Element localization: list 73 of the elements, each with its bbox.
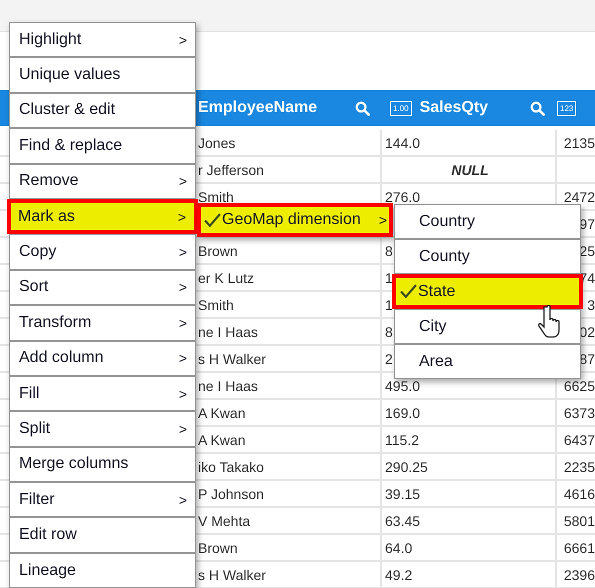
table-cell: 8 — [385, 242, 393, 258]
menu-item[interactable]: County — [394, 239, 581, 274]
type-badge: 1.00 — [390, 100, 412, 116]
table-cell: 63.45 — [385, 512, 420, 528]
table-cell: s H Walker — [198, 566, 266, 582]
table-cell: Smith — [198, 188, 234, 204]
table-cell: 5801 — [564, 512, 595, 528]
table-cell: 1 — [385, 270, 393, 286]
table-cell: 115.2 — [385, 432, 419, 448]
menu-item[interactable]: Find & replace — [9, 128, 196, 164]
menu-item[interactable]: Add column > — [9, 340, 196, 376]
search-icon[interactable] — [530, 100, 545, 116]
table-cell: 144.0 — [385, 134, 420, 150]
menu-item[interactable]: Fill > — [9, 376, 196, 412]
menu-item[interactable]: Area — [394, 344, 581, 379]
table-cell: 6373 — [564, 404, 595, 420]
table-cell: s H Walker — [198, 350, 266, 366]
table-cell: ne I Haas — [198, 324, 258, 340]
table-cell: 8 — [385, 324, 393, 340]
column-header[interactable]: SalesQty — [420, 99, 488, 117]
menu-item[interactable]: Merge columns — [9, 446, 196, 482]
table-cell: 2396 — [564, 566, 595, 582]
table-cell: 2135 — [564, 134, 595, 150]
table-cell: Jones — [198, 134, 236, 150]
menu-item[interactable]: Lineage — [9, 552, 196, 588]
table-cell: Smith — [198, 296, 234, 312]
menu-item[interactable]: Unique values — [9, 57, 196, 93]
table-cell: 495.0 — [385, 378, 420, 394]
table-cell: 3 — [587, 296, 595, 312]
menu-item[interactable]: Highlight > — [9, 22, 196, 58]
menu-item[interactable]: Country — [394, 204, 581, 239]
table-cell: 169.0 — [385, 404, 420, 420]
table-cell: 6437 — [564, 432, 595, 448]
table-cell: r Jefferson — [198, 162, 264, 178]
menu-item[interactable]: Filter > — [9, 482, 196, 518]
check-icon — [400, 284, 417, 299]
type-badge: 123 — [557, 100, 576, 116]
table-cell: 2235 — [564, 458, 595, 474]
table-cell: A Kwan — [198, 432, 246, 448]
table-cell: NULL — [451, 162, 489, 178]
menu-item[interactable]: Remove > — [9, 164, 196, 199]
table-cell: 49.2 — [385, 566, 412, 582]
menu-item[interactable]: Cluster & edit — [9, 92, 196, 128]
menu-item[interactable]: Copy > — [9, 234, 196, 270]
menu-item[interactable]: GeoMap dimension > — [197, 203, 393, 237]
column-header[interactable]: EmployeeName — [198, 99, 318, 117]
menu-item[interactable]: Split > — [9, 411, 196, 447]
table-cell: 276.0 — [385, 188, 420, 204]
table-cell: iko Takako — [198, 458, 264, 474]
menu-item[interactable]: Sort > — [9, 270, 196, 306]
table-cell: ne I Haas — [198, 378, 258, 394]
table-cell: 39.15 — [385, 486, 420, 502]
table-cell: Brown — [198, 540, 238, 556]
table-cell: A Kwan — [198, 404, 246, 420]
menu-item[interactable]: State — [392, 274, 583, 309]
table-cell: 6625 — [564, 378, 595, 394]
table-cell: Brown — [198, 242, 238, 258]
menu-item[interactable]: Mark as > — [7, 198, 198, 234]
table-cell: 4616 — [564, 486, 595, 502]
search-icon[interactable] — [355, 100, 370, 116]
table-cell: er K Lutz — [198, 270, 254, 286]
table-cell: 2 — [385, 350, 393, 366]
check-icon — [204, 212, 221, 228]
table-cell: 25 — [579, 242, 595, 258]
table-cell: V Mehta — [198, 512, 250, 528]
menu-item[interactable]: Transform > — [9, 305, 196, 341]
menu-item[interactable]: Edit row — [9, 517, 196, 553]
table-cell: 290.25 — [385, 458, 428, 474]
table-cell: 6661 — [564, 540, 595, 556]
table-cell: 64.0 — [385, 540, 412, 556]
table-cell: 2472 — [564, 188, 595, 204]
menu-item[interactable]: City — [394, 309, 581, 344]
table-cell: P Johnson — [198, 486, 264, 502]
